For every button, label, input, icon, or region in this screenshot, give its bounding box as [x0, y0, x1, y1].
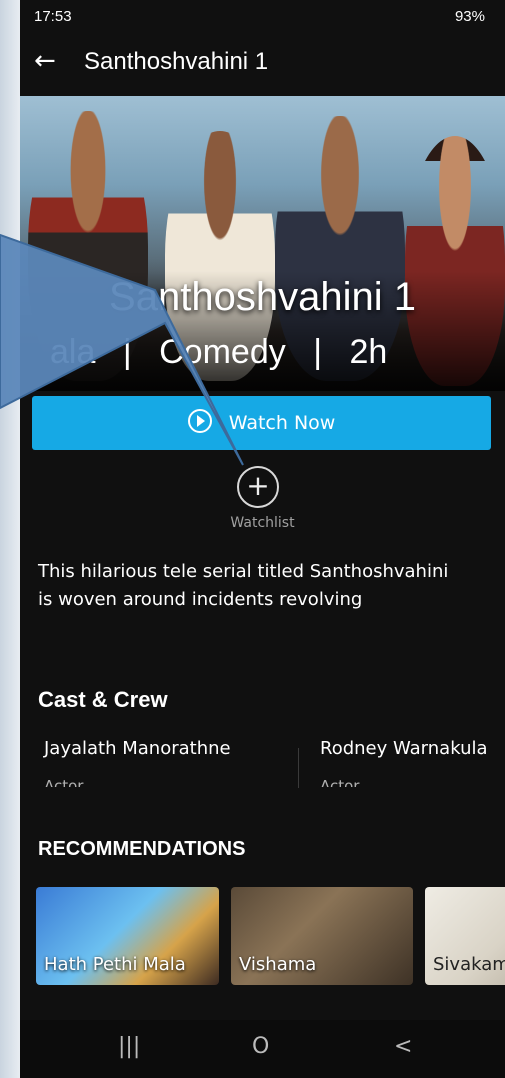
callout-arrow — [0, 233, 244, 466]
callout-shape — [0, 233, 244, 466]
